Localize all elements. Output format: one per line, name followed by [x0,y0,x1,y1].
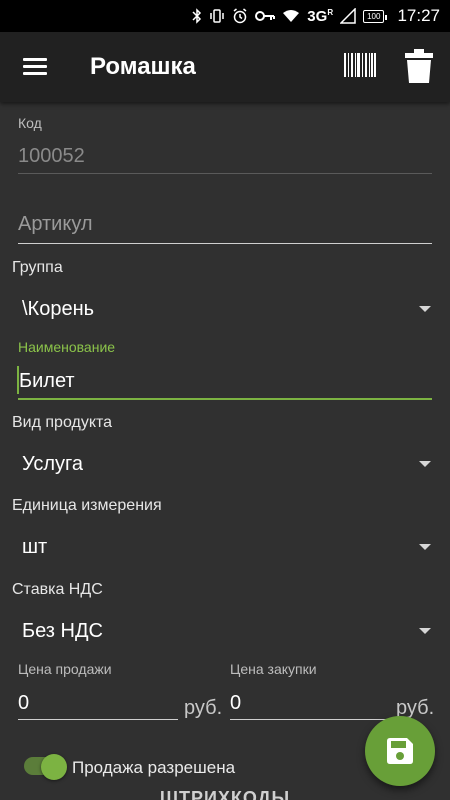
chevron-down-icon [419,461,431,467]
sale-allowed-switch[interactable] [41,754,67,780]
unit-select[interactable] [12,527,440,567]
alarm-icon [233,8,247,24]
unit-value: шт [22,536,48,558]
signal-icon [340,8,356,24]
sale-price-input[interactable]: 0 [18,692,29,715]
code-label: Код [18,115,42,131]
chevron-down-icon [419,544,431,550]
name-label: Наименование [18,339,116,355]
article-input[interactable]: Артикул [18,213,93,236]
name-underline [18,398,432,400]
page-title: Ромашка [90,53,196,80]
barcodes-heading: ШТРИХКОДЫ [159,788,291,800]
unit-label: Единица измерения [12,497,162,514]
trash-icon[interactable] [405,49,433,83]
sale-price-underline [18,719,178,720]
key-icon [255,11,276,21]
vibrate-icon [210,9,225,23]
battery-icon: 100 [363,9,388,23]
app-bar: Ромашка [0,32,450,102]
chevron-down-icon [419,628,431,634]
sale-price-currency: руб. [184,697,223,719]
vat-value: Без НДС [22,620,103,642]
network-type: 3GR [307,7,334,25]
name-input[interactable]: Билет [19,370,75,393]
wifi-icon [283,10,300,22]
group-value: \Корень [22,298,95,320]
menu-icon[interactable] [23,56,47,76]
chevron-down-icon [419,306,431,312]
sale-allowed-label: Продажа разрешена [72,758,236,777]
product-type-value: Услуга [22,453,84,475]
purchase-price-label: Цена закупки [230,661,317,677]
code-value: 100052 [18,145,85,167]
save-button[interactable] [365,716,435,786]
status-bar: 3GR 100 17:27 [0,0,450,32]
article-underline [18,243,432,244]
purchase-price-underline [230,719,390,720]
vat-label: Ставка НДС [12,581,103,598]
purchase-price-input[interactable]: 0 [230,692,241,715]
product-type-label: Вид продукта [12,414,113,431]
clock: 17:27 [397,6,440,25]
group-label: Группа [12,259,63,276]
barcode-icon[interactable] [344,53,376,77]
sale-price-label: Цена продажи [18,661,112,677]
save-icon [387,738,413,764]
code-underline [18,173,432,174]
status-icons: 3GR 100 17:27 [192,0,440,32]
bluetooth-icon [192,8,202,24]
